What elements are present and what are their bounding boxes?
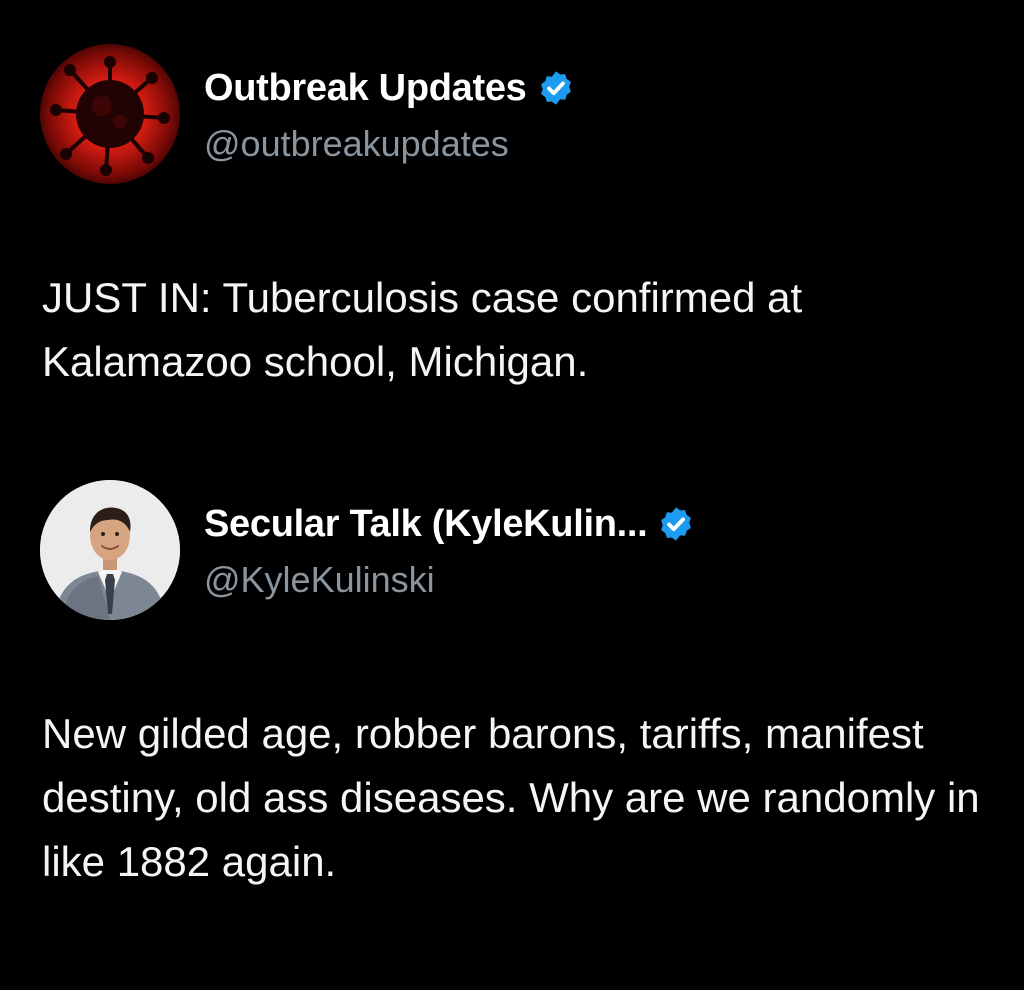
author-row: Outbreak Updates bbox=[204, 64, 575, 112]
verified-badge-icon bbox=[537, 69, 575, 107]
verified-badge-icon bbox=[657, 505, 695, 543]
display-name[interactable]: Secular Talk (KyleKulin... bbox=[204, 500, 648, 548]
author-row: Secular Talk (KyleKulin... bbox=[204, 500, 695, 548]
handle[interactable]: @KyleKulinski bbox=[204, 558, 435, 602]
person-photo-icon bbox=[40, 480, 180, 620]
virus-avatar[interactable] bbox=[40, 44, 180, 184]
man-in-suit-avatar[interactable] bbox=[40, 480, 180, 620]
virus-icon bbox=[40, 44, 180, 184]
post-text: JUST IN: Tuberculosis case confirmed at … bbox=[42, 274, 803, 385]
handle[interactable]: @outbreakupdates bbox=[204, 122, 509, 166]
display-name[interactable]: Outbreak Updates bbox=[204, 64, 527, 112]
post-text: New gilded age, robber barons, tariffs, … bbox=[42, 710, 980, 885]
